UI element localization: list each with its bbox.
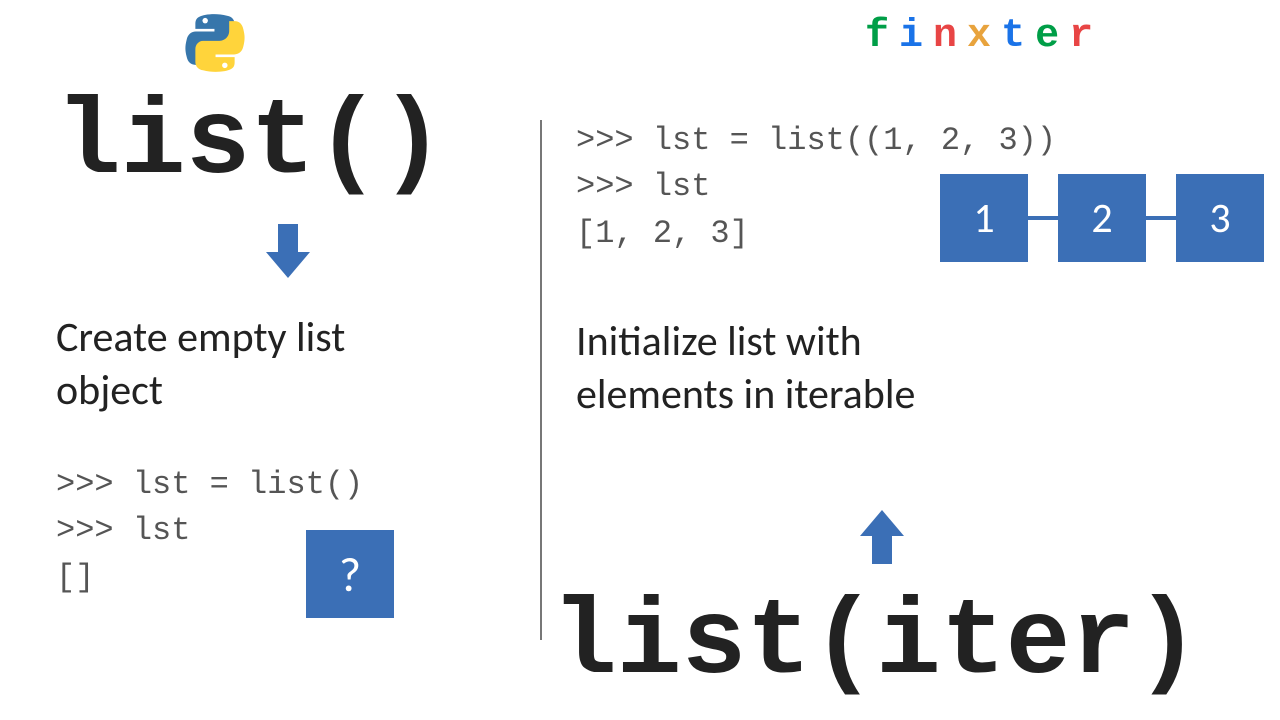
arrow-down-icon bbox=[266, 224, 310, 278]
list-node: 2 bbox=[1058, 174, 1146, 262]
list-node: 1 bbox=[940, 174, 1028, 262]
linked-list-diagram: 1 2 3 bbox=[940, 174, 1264, 262]
node-value: 2 bbox=[1091, 193, 1112, 244]
left-column: list() Create empty list object >>> lst … bbox=[0, 0, 540, 720]
question-mark: ? bbox=[339, 545, 361, 604]
right-title: list(iter) bbox=[552, 590, 1200, 698]
node-value: 1 bbox=[973, 193, 994, 244]
node-value: 3 bbox=[1209, 193, 1230, 244]
question-box: ? bbox=[306, 530, 394, 618]
right-description: Initialize list with elements in iterabl… bbox=[576, 316, 1076, 421]
right-column: >>> lst = list((1, 2, 3)) >>> lst [1, 2,… bbox=[540, 0, 1280, 720]
node-link bbox=[1146, 216, 1176, 220]
left-title: list() bbox=[56, 90, 445, 198]
arrow-up-icon bbox=[860, 510, 904, 564]
list-node: 3 bbox=[1176, 174, 1264, 262]
node-link bbox=[1028, 216, 1058, 220]
left-description: Create empty list object bbox=[56, 312, 486, 417]
